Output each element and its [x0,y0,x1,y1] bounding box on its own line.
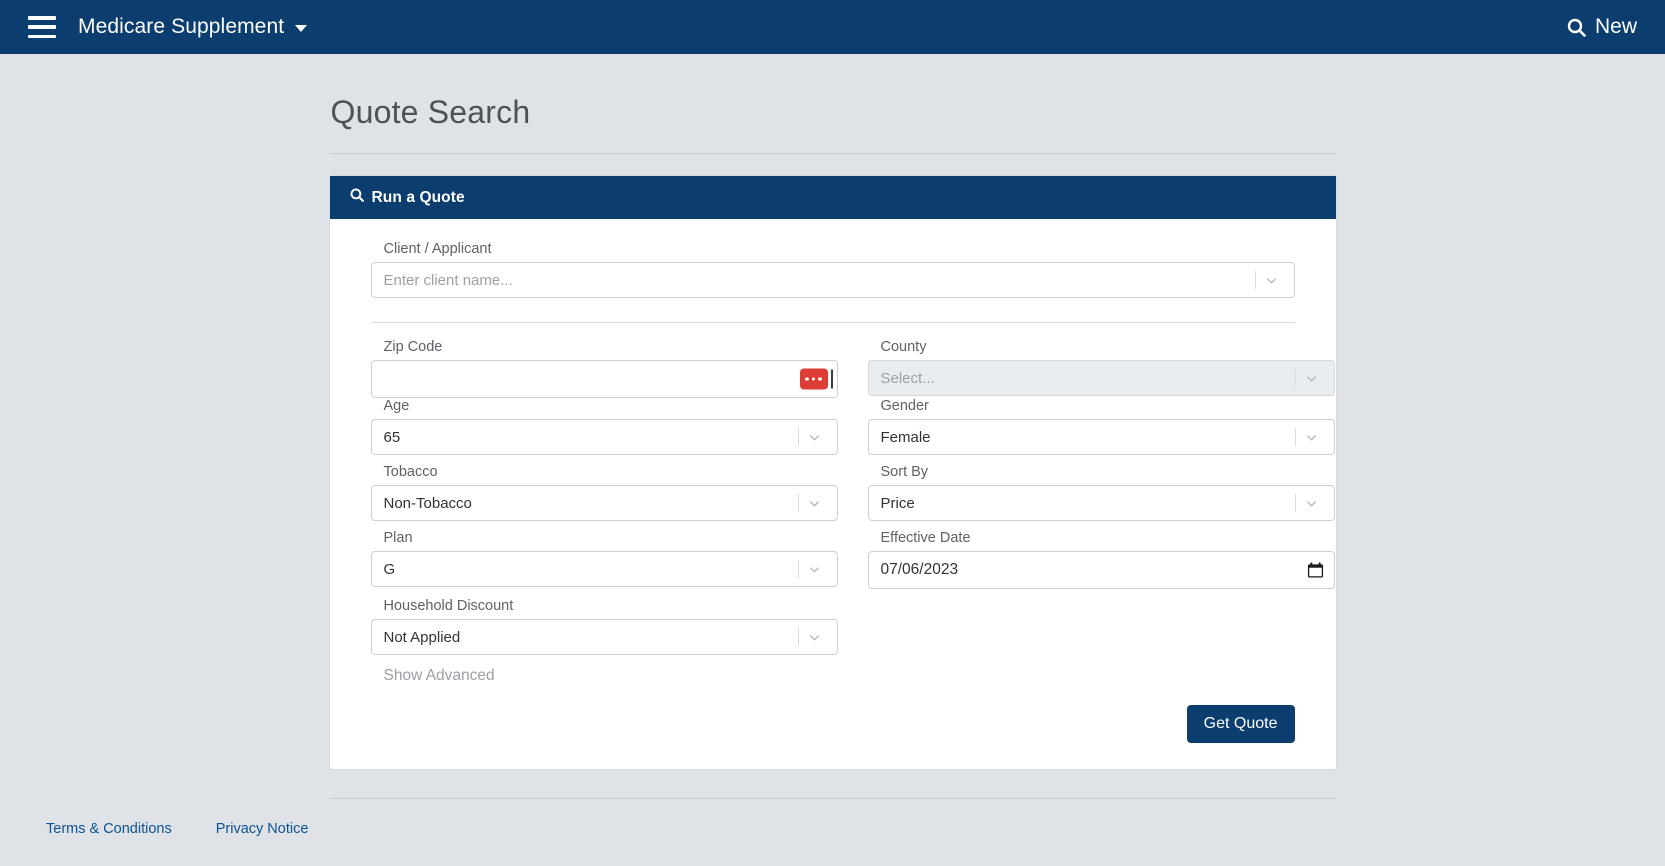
footer-link-terms[interactable]: Terms & Conditions [46,821,172,837]
select-separator [1254,271,1256,289]
tobacco-label: Tobacco [383,464,438,480]
client-applicant-select[interactable]: Enter client name... [370,262,1295,298]
footer-link-privacy[interactable]: Privacy Notice [216,821,309,837]
tobacco-sortby-row: Tobacco Non-Tobacco Sort By Price [352,464,1335,521]
card-actions: Get Quote [352,705,1314,743]
household-discount-row: Household Discount Not Applied [352,598,1314,655]
gender-label: Gender [880,398,929,414]
new-label: New [1594,15,1637,38]
new-quote-button[interactable]: New [1567,15,1643,39]
page-content: Quote Search Run a Quote Client / Applic… [0,54,1665,866]
select-separator [797,428,799,446]
chevron-down-icon[interactable] [1301,420,1323,454]
footer: Terms & Conditions Privacy Notice [0,799,1665,859]
household-discount-spacer [868,598,1335,655]
age-select[interactable]: 65 [370,419,838,455]
zip-code-label: Zip Code [383,339,443,355]
card-header: Run a Quote [329,176,1336,219]
plan-select[interactable]: G [370,551,838,587]
get-quote-button[interactable]: Get Quote [1186,705,1295,743]
card-body: Client / Applicant Enter client name... [330,219,1336,769]
tobacco-select[interactable]: Non-Tobacco [370,485,838,521]
chevron-down-icon[interactable] [804,620,826,654]
county-placeholder: Select... [880,369,935,387]
sort-by-label: Sort By [880,464,929,480]
age-group: Age 65 [370,398,838,455]
caret-down-icon [295,25,308,32]
plan-effective-date-row: Plan G Effective Date 07/06/2023 [352,530,1335,589]
gender-group: Gender Female [867,398,1335,455]
chevron-down-icon[interactable] [804,420,826,454]
select-separator [1294,369,1296,387]
client-applicant-placeholder: Enter client name... [383,271,513,289]
county-label: County [880,339,927,355]
effective-date-input[interactable]: 07/06/2023 [867,551,1335,589]
chevron-down-icon[interactable] [1301,486,1323,520]
run-a-quote-card: Run a Quote Client / Applicant Enter cli… [328,175,1337,770]
tobacco-value: Non-Tobacco [383,494,472,512]
client-applicant-group: Client / Applicant Enter client name... [352,241,1314,298]
plan-value: G [383,560,396,578]
ellipsis-icon[interactable] [799,368,833,390]
content-container: Quote Search Run a Quote Client / Applic… [328,54,1337,799]
section-divider [370,322,1295,323]
search-icon [350,188,364,207]
effective-date-value: 07/06/2023 [880,561,959,578]
calendar-icon[interactable] [1307,562,1324,579]
select-separator [1294,428,1296,446]
gender-select[interactable]: Female [867,419,1335,455]
show-advanced-toggle[interactable]: Show Advanced [384,667,495,685]
search-icon [1567,18,1586,37]
select-separator [797,560,799,578]
text-cursor [831,369,833,389]
effective-date-group: Effective Date 07/06/2023 [867,530,1335,589]
chevron-down-icon[interactable] [1261,263,1283,297]
sort-by-group: Sort By Price [867,464,1335,521]
gender-value: Female [880,428,931,446]
age-gender-row: Age 65 Gender Female [352,398,1335,455]
sort-by-value: Price [880,494,915,512]
county-select[interactable]: Select... [867,360,1335,396]
county-group: County Select... [867,339,1335,398]
top-navbar: Medicare Supplement New [0,0,1665,54]
plan-group: Plan G [370,530,838,589]
zip-county-row: Zip Code County Select... [352,339,1335,398]
show-advanced-row: Show Advanced [352,655,1314,685]
zip-code-group: Zip Code [370,339,838,398]
age-value: 65 [383,428,401,446]
select-separator [797,494,799,512]
page-title: Quote Search [330,94,531,130]
household-discount-value: Not Applied [383,628,461,646]
chevron-down-icon[interactable] [804,552,826,586]
age-label: Age [383,398,410,414]
sort-by-select[interactable]: Price [867,485,1335,521]
select-separator [797,628,799,646]
hamburger-icon[interactable] [28,16,56,38]
client-applicant-label: Client / Applicant [383,241,492,257]
title-divider [328,153,1337,154]
brand-dropdown[interactable]: Medicare Supplement [78,15,308,39]
effective-date-label: Effective Date [880,530,971,546]
card-header-title: Run a Quote [371,188,465,206]
brand-label: Medicare Supplement [78,15,285,38]
select-separator [1294,494,1296,512]
household-discount-group: Household Discount Not Applied [370,598,838,655]
chevron-down-icon[interactable] [1301,361,1323,395]
zip-code-input[interactable] [370,360,838,398]
chevron-down-icon[interactable] [804,486,826,520]
tobacco-group: Tobacco Non-Tobacco [370,464,838,521]
household-discount-label: Household Discount [383,598,514,614]
plan-label: Plan [383,530,413,546]
household-discount-select[interactable]: Not Applied [370,619,838,655]
